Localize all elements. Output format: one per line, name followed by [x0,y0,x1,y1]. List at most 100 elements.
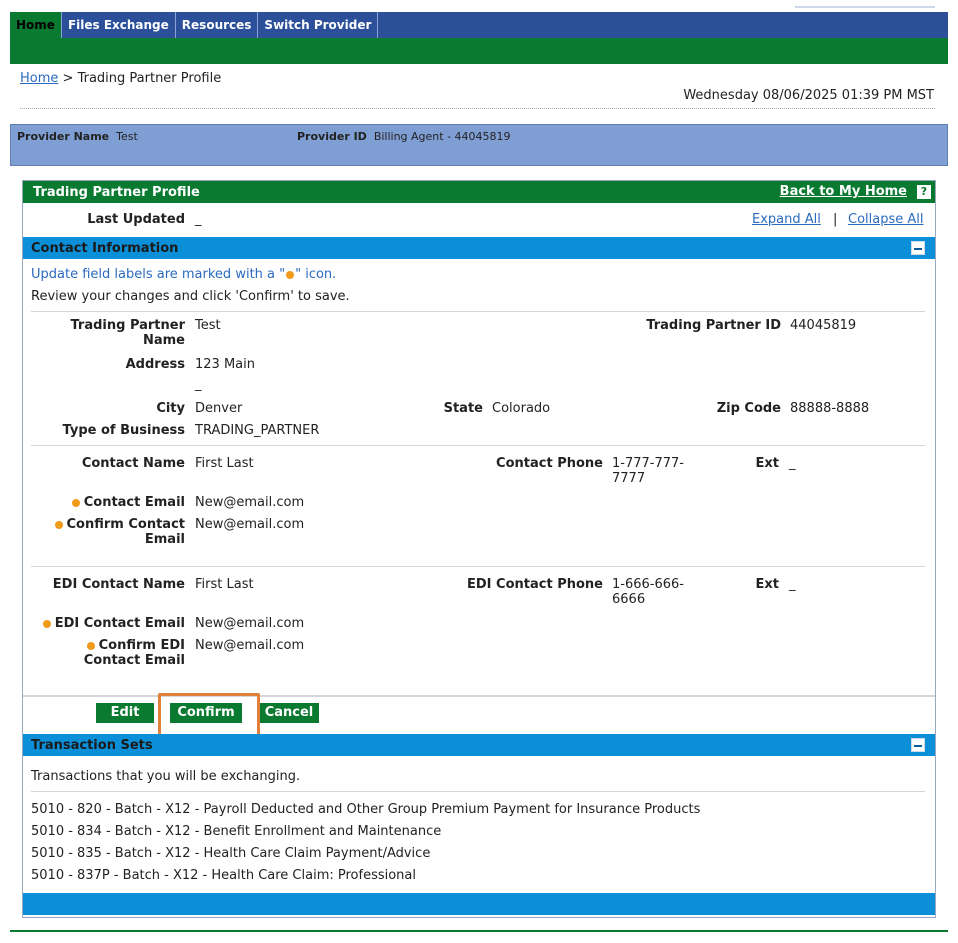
transaction-item: 5010 - 835 - Batch - X12 - Health Care C… [31,846,431,861]
transaction-sets-title: Transaction Sets [31,737,153,753]
tp-name-label: Trading Partner Name [23,318,185,348]
contact-information-header[interactable]: Contact Information [23,237,935,259]
provider-id-value: Billing Agent - 44045819 [373,130,511,143]
nav-tab-switch-provider[interactable]: Switch Provider [258,12,379,38]
cancel-button[interactable]: Cancel [259,703,319,723]
divider [31,311,925,312]
breadcrumb: Home > Trading Partner Profile [20,71,221,86]
collapse-all-link[interactable]: Collapse All [848,212,924,227]
city-value: Denver [195,401,243,416]
link-divider: | [833,212,838,227]
edi-contact-email-label-text: EDI Contact Email [54,616,185,631]
top-decor-line [795,6,935,8]
contact-phone-value: 1-777-777- 7777 [612,456,684,486]
divider [31,445,925,446]
edi-contact-name-value: First Last [195,577,254,592]
main-nav: Home Files Exchange Resources Switch Pro… [10,12,948,38]
nav-tab-home[interactable]: Home [10,12,62,38]
type-of-business-label: Type of Business [62,423,185,438]
note-prefix: Update field labels are marked with a " [31,267,286,282]
zip-value: 88888-8888 [790,401,870,416]
provider-id: Provider ID Billing Agent - 44045819 [297,130,511,143]
edi-contact-email-value: New@email.com [195,616,305,631]
breadcrumb-home-link[interactable]: Home [20,71,58,86]
tp-name-label-line2: Name [142,333,185,348]
city-label: City [156,401,185,416]
contact-phone-label: Contact Phone [496,456,603,471]
transaction-sets-header[interactable]: Transaction Sets [23,734,935,756]
ext-value: _ [789,456,796,471]
edi-contact-name-label: EDI Contact Name [52,577,185,592]
current-datetime: Wednesday 08/06/2025 01:39 PM MST [683,88,934,103]
divider [31,566,925,567]
edit-button[interactable]: Edit [96,703,154,723]
contact-name-label: Contact Name [81,456,185,471]
contact-name-value: First Last [195,456,254,471]
state-value: Colorado [492,401,551,416]
help-icon[interactable]: ? [917,185,931,199]
address-line1: 123 Main [195,357,255,372]
transactions-intro: Transactions that you will be exchanging… [31,769,301,784]
type-of-business-value: TRADING_PARTNER [195,423,320,438]
confirm-contact-email-label: Confirm Contact Email [23,517,185,547]
provider-name: Provider Name Test [17,130,138,143]
required-dot-icon [54,520,63,529]
collapse-contact-icon[interactable] [911,241,925,255]
nav-tab-resources[interactable]: Resources [176,12,259,38]
sub-nav-bar [10,38,948,64]
page-bottom-line [10,930,948,932]
provider-id-label: Provider ID [297,130,367,143]
confirm-contact-email-line1: Confirm Contact [66,517,185,532]
breadcrumb-current: Trading Partner Profile [77,71,222,86]
divider [31,791,925,792]
collapse-transactions-icon[interactable] [911,738,925,752]
confirm-edi-email-value: New@email.com [195,638,305,653]
contact-email-label-text: Contact Email [83,495,185,510]
address-label: Address [125,357,185,372]
required-dot-icon [86,641,95,650]
transaction-item: 5010 - 834 - Batch - X12 - Benefit Enrol… [31,824,442,839]
last-updated-value: _ [195,212,202,227]
contact-information-title: Contact Information [31,240,179,256]
breadcrumb-separator: > [62,71,74,86]
provider-name-value: Test [116,130,138,143]
nav-tab-files-exchange[interactable]: Files Exchange [62,12,176,38]
last-updated-row: Last Updated _ Expand All | Collapse All [23,203,935,233]
update-field-note: Update field labels are marked with a " "… [31,267,336,282]
address-line2: _ [195,377,202,392]
review-note: Review your changes and click 'Confirm' … [31,289,350,304]
back-to-home-link[interactable]: Back to My Home [780,184,907,199]
provider-name-label: Provider Name [17,130,110,143]
provider-bar: Provider Name Test Provider ID Billing A… [10,124,948,166]
trading-partner-profile-panel: Trading Partner Profile Back to My Home … [22,180,936,918]
edi-phone-line1: 1-666-666- [612,577,684,592]
confirm-highlight-box [158,693,260,739]
required-dot-icon [71,498,80,507]
edi-contact-phone-label: EDI Contact Phone [467,577,603,592]
contact-phone-line1: 1-777-777- [612,456,684,471]
transaction-item: 5010 - 837P - Batch - X12 - Health Care … [31,868,416,883]
contact-email-label: Contact Email [23,495,185,510]
state-label: State [443,401,483,416]
note-suffix: " icon. [295,267,337,282]
transaction-item: 5010 - 820 - Batch - X12 - Payroll Deduc… [31,802,701,817]
confirm-contact-email-line2: Email [144,532,185,547]
edi-contact-email-label: EDI Contact Email [23,616,185,631]
confirm-edi-email-line2: Contact Email [83,653,185,668]
transactions-footer-bar [23,893,935,915]
header-divider [20,108,935,109]
edi-ext-label: Ext [755,577,779,592]
expand-all-link[interactable]: Expand All [752,212,821,227]
contact-email-value: New@email.com [195,495,305,510]
tp-name-label-line1: Trading Partner [70,318,185,333]
confirm-edi-email-line1: Confirm EDI [98,638,185,653]
edi-contact-phone-value: 1-666-666- 6666 [612,577,684,607]
confirm-contact-email-value: New@email.com [195,517,305,532]
required-dot-icon [42,619,51,628]
tp-id-value: 44045819 [790,318,857,333]
tp-name-value: Test [195,318,221,333]
edi-ext-value: _ [789,577,796,592]
contact-phone-line2: 7777 [612,471,646,486]
profile-title: Trading Partner Profile [33,184,200,200]
last-updated-label: Last Updated [87,212,185,227]
